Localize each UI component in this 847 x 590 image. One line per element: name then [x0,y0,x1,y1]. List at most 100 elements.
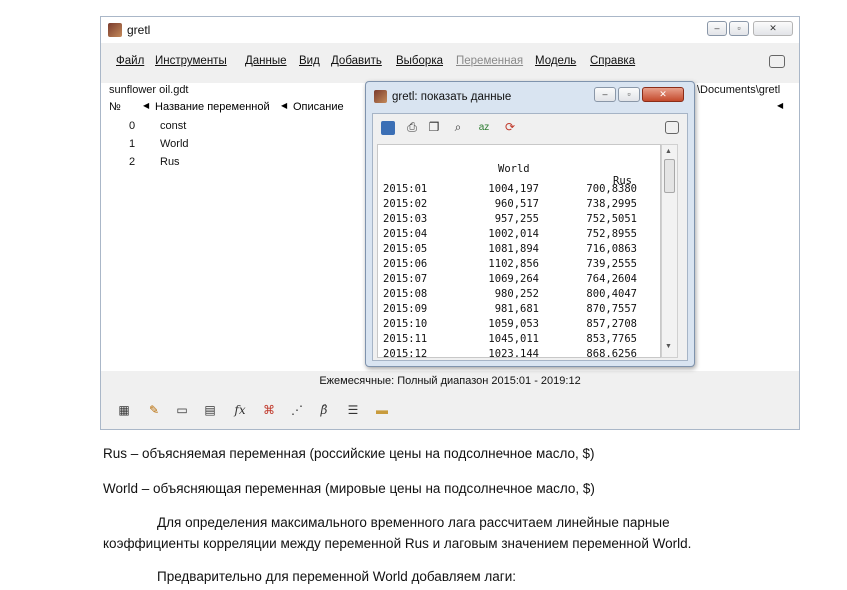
table-row: 2015:01 1004,197 700,8380 [378,183,660,198]
copy-icon[interactable]: ❐ [425,119,443,136]
date-cell: 2015:04 [383,228,428,240]
scroll-thumb[interactable] [664,159,675,193]
paragraph-add-lags: Предварительно для переменной World доба… [157,569,517,584]
sort-arrow-icon: ◀ [143,101,150,110]
rus-cell: 857,2708 [586,318,637,330]
refresh-icon[interactable]: ⟳ [501,119,519,136]
data-view-window: gretl: показать данные – ▫ ✕ ⎙ ❐ ⌕ az ⟳ … [365,81,695,367]
paragraph-lag-intro-line1: Для определения максимального временного… [157,515,670,530]
gretl-logo-icon [374,90,387,103]
world-cell: 1002,014 [488,228,539,240]
date-cell: 2015:08 [383,288,428,300]
date-cell: 2015:11 [383,333,428,345]
variable-name: const [160,120,187,132]
calculator-icon[interactable]: ▦ [115,402,133,419]
date-cell: 2015:03 [383,213,428,225]
rus-cell: 868,6256 [586,348,637,358]
detach-window-icon[interactable] [665,121,679,134]
menu-file[interactable]: Файл [116,55,144,67]
scroll-down-icon[interactable]: ▼ [665,343,672,350]
table-row: 2015:10 1059,053 857,2708 [378,318,660,333]
date-cell: 2015:02 [383,198,428,210]
folder-icon[interactable]: ▬ [373,402,391,419]
print-icon[interactable]: ⎙ [403,119,421,136]
world-cell: 1004,197 [488,183,539,195]
world-cell: 981,681 [494,303,539,315]
database-icon[interactable]: ☰ [344,402,362,419]
dataset-filename: sunflower oil.gdt [109,84,189,96]
date-cell: 2015:09 [383,303,428,315]
table-row: 2015:02 960,517 738,2995 [378,198,660,213]
menu-sample[interactable]: Выборка [396,55,443,67]
date-cell: 2015:10 [383,318,428,330]
column-number[interactable]: № [109,101,121,113]
find-icon[interactable]: ⌕ [449,119,467,136]
data-window-title: gretl: показать данные [392,91,512,103]
vertical-scrollbar[interactable]: ▲ ▼ [661,144,678,358]
world-cell: 1102,856 [488,258,539,270]
variable-number: 0 [129,120,136,132]
close-button[interactable]: ✕ [642,87,684,102]
terminal-icon[interactable]: ▭ [173,402,191,419]
network-icon[interactable]: ⌘ [260,402,278,419]
data-text-view[interactable]: World Rus 2015:01 1004,197 700,8380 2015:02… [377,144,661,358]
table-row: 2015:03 957,255 752,5051 [378,213,660,228]
menu-data[interactable]: Данные [245,55,287,67]
close-button[interactable]: ✕ [753,21,793,36]
minimize-button[interactable]: – [707,21,727,36]
grid-icon[interactable]: ▤ [201,402,219,419]
maximize-button[interactable]: ▫ [618,87,640,102]
sort-az-icon[interactable]: az [475,119,493,136]
menu-view[interactable]: Вид [299,55,320,67]
sort-arrow-icon: ◀ [777,101,784,110]
sample-range-status: Ежемесячные: Полный диапазон 2015:01 - 2… [319,375,581,387]
table-header-row: World Rus [378,151,660,187]
rus-cell: 870,7557 [586,303,637,315]
rus-cell: 800,4047 [586,288,637,300]
world-cell: 1045,011 [488,333,539,345]
beta-icon[interactable]: β̂ [315,402,333,419]
date-cell: 2015:05 [383,243,428,255]
world-cell: 1069,264 [488,273,539,285]
scroll-up-icon[interactable]: ▲ [665,148,672,155]
menu-model[interactable]: Модель [535,55,576,67]
world-cell: 1081,894 [488,243,539,255]
variable-name: Rus [160,156,180,168]
column-description[interactable]: Описание [293,101,344,113]
variable-number: 2 [129,156,136,168]
table-row: 2015:07 1069,264 764,2604 [378,273,660,288]
rus-cell: 752,5051 [586,213,637,225]
rus-cell: 700,8380 [586,183,637,195]
status-bar: Ежемесячные: Полный диапазон 2015:01 - 2… [101,375,799,393]
date-cell: 2015:12 [383,348,428,358]
variable-number: 1 [129,138,136,150]
rus-cell: 716,0863 [586,243,637,255]
table-row: 2015:06 1102,856 739,2555 [378,258,660,273]
paragraph-lag-intro-line2: коэффициенты корреляции между переменной… [103,536,692,551]
main-window-title: gretl [127,23,151,37]
save-icon[interactable] [381,121,395,135]
rus-cell: 752,8955 [586,228,637,240]
table-row: 2015:05 1081,894 716,0863 [378,243,660,258]
paragraph-world-definition: World – объясняющая переменная (мировые … [103,481,595,496]
scatter-icon[interactable]: ⋰ [288,402,306,419]
variable-name: World [160,138,189,150]
column-variable-name[interactable]: Название переменной [155,101,270,113]
menu-tools[interactable]: Инструменты [155,55,227,67]
menu-help[interactable]: Справка [590,55,635,67]
menu-add[interactable]: Добавить [331,55,382,67]
minimize-button[interactable]: – [594,87,616,102]
data-window-body: ⎙ ❐ ⌕ az ⟳ World Rus 2015:01 1004,197 700,… [372,113,688,361]
detach-window-icon[interactable] [769,55,785,68]
world-cell: 957,255 [494,213,539,225]
edit-icon[interactable]: ✎ [145,402,163,419]
world-cell: 980,252 [494,288,539,300]
paragraph-rus-definition: Rus – объясняемая переменная (российские… [103,446,595,461]
world-cell: 960,517 [494,198,539,210]
date-cell: 2015:07 [383,273,428,285]
maximize-button[interactable]: ▫ [729,21,749,36]
fx-icon[interactable]: fx [231,402,249,419]
main-title-bar: gretl – ▫ ✕ [101,17,799,43]
date-cell: 2015:01 [383,183,428,195]
table-row: 2015:04 1002,014 752,8955 [378,228,660,243]
